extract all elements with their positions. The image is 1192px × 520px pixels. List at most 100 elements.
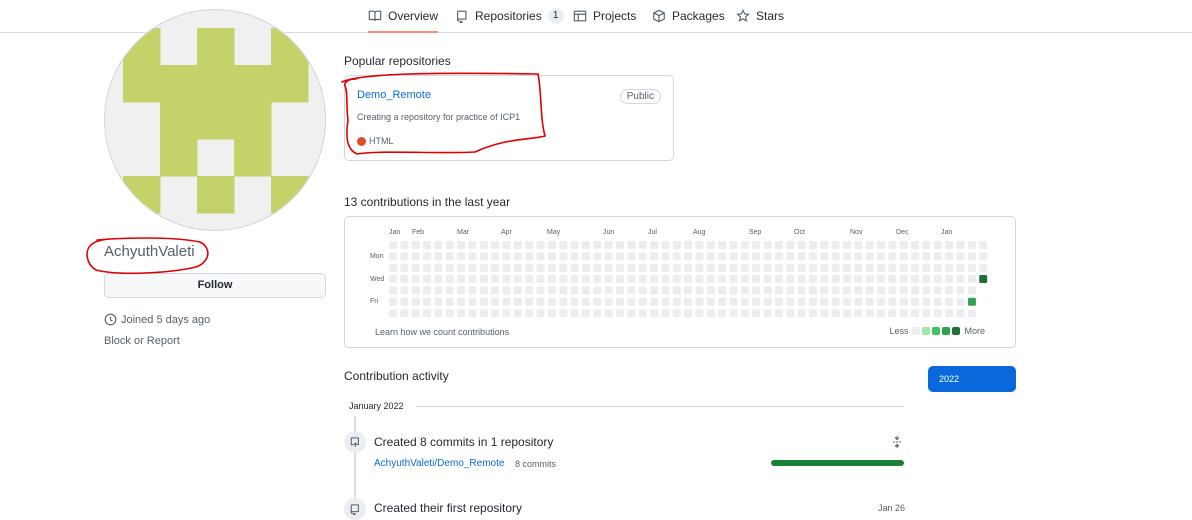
- contribution-day[interactable]: [638, 297, 647, 306]
- contribution-day[interactable]: [661, 252, 670, 261]
- contribution-day[interactable]: [650, 252, 659, 261]
- contribution-day[interactable]: [400, 297, 409, 306]
- contribution-day[interactable]: [423, 263, 431, 272]
- contribution-day[interactable]: [786, 286, 795, 295]
- contribution-day[interactable]: [604, 286, 613, 295]
- contribution-day[interactable]: [740, 263, 749, 272]
- contribution-day[interactable]: [752, 263, 761, 272]
- contribution-day[interactable]: [445, 263, 454, 272]
- contribution-day[interactable]: [638, 286, 647, 295]
- contribution-day[interactable]: [854, 297, 863, 306]
- contribution-day[interactable]: [570, 297, 579, 306]
- contribution-day[interactable]: [763, 275, 772, 283]
- contribution-day[interactable]: [718, 309, 727, 318]
- contribution-day[interactable]: [604, 252, 613, 261]
- contribution-day[interactable]: [945, 297, 954, 306]
- contribution-day[interactable]: [468, 252, 477, 261]
- contribution-day[interactable]: [525, 309, 534, 318]
- contribution-day[interactable]: [502, 286, 511, 295]
- contribution-day[interactable]: [752, 275, 761, 283]
- contribution-day[interactable]: [865, 286, 874, 295]
- contribution-day[interactable]: [559, 309, 568, 318]
- tab-packages[interactable]: Packages: [652, 0, 725, 32]
- contribution-day[interactable]: [479, 297, 488, 306]
- contribution-day[interactable]: [899, 263, 908, 272]
- contribution-day[interactable]: [877, 275, 885, 283]
- contribution-day[interactable]: [752, 241, 761, 249]
- contribution-day[interactable]: [718, 252, 727, 261]
- contribution-day[interactable]: [831, 252, 840, 261]
- contribution-day[interactable]: [536, 286, 545, 295]
- contribution-day[interactable]: [797, 309, 806, 318]
- contribution-day[interactable]: [888, 263, 897, 272]
- contribution-day[interactable]: [593, 309, 602, 318]
- contribution-day[interactable]: [593, 297, 602, 306]
- contribution-day[interactable]: [831, 286, 840, 295]
- contribution-day[interactable]: [547, 275, 556, 283]
- contribution-day[interactable]: [570, 241, 579, 249]
- learn-contributions-link[interactable]: Learn how we count contributions: [375, 327, 509, 337]
- contribution-day[interactable]: [513, 241, 522, 249]
- contribution-day[interactable]: [740, 309, 749, 318]
- contribution-day[interactable]: [774, 263, 783, 272]
- contribution-day[interactable]: [774, 309, 783, 318]
- contribution-day[interactable]: [979, 263, 988, 272]
- contribution-day[interactable]: [888, 309, 897, 318]
- contribution-day[interactable]: [911, 241, 920, 249]
- contribution-day[interactable]: [672, 252, 681, 261]
- contribution-day[interactable]: [650, 297, 659, 306]
- contribution-day[interactable]: [797, 252, 806, 261]
- contribution-day[interactable]: [389, 297, 397, 306]
- contribution-day[interactable]: [479, 241, 488, 249]
- contribution-day[interactable]: [922, 275, 931, 283]
- contribution-day[interactable]: [786, 275, 795, 283]
- contribution-day[interactable]: [684, 252, 693, 261]
- contribution-day[interactable]: [729, 297, 738, 306]
- contribution-day[interactable]: [491, 252, 500, 261]
- contribution-day[interactable]: [491, 263, 500, 272]
- contribution-day[interactable]: [502, 263, 511, 272]
- contribution-day[interactable]: [877, 252, 885, 261]
- contribution-day[interactable]: [933, 252, 942, 261]
- contribution-day[interactable]: [831, 275, 840, 283]
- contribution-day[interactable]: [434, 275, 443, 283]
- contribution-day[interactable]: [706, 286, 715, 295]
- contribution-day[interactable]: [502, 241, 511, 249]
- contribution-day[interactable]: [752, 297, 761, 306]
- contribution-day[interactable]: [706, 297, 715, 306]
- contribution-day[interactable]: [434, 252, 443, 261]
- contribution-day[interactable]: [400, 275, 409, 283]
- contribution-day[interactable]: [604, 309, 613, 318]
- contribution-day[interactable]: [559, 286, 568, 295]
- contribution-day[interactable]: [899, 297, 908, 306]
- contribution-day[interactable]: [445, 252, 454, 261]
- contribution-day[interactable]: [854, 286, 863, 295]
- contribution-day[interactable]: [559, 252, 568, 261]
- contribution-day[interactable]: [945, 241, 954, 249]
- contribution-day[interactable]: [525, 275, 534, 283]
- contribution-day[interactable]: [525, 241, 534, 249]
- contribution-day[interactable]: [400, 286, 409, 295]
- contribution-day[interactable]: [525, 263, 534, 272]
- contribution-day[interactable]: [967, 263, 976, 272]
- contribution-day[interactable]: [672, 263, 681, 272]
- contribution-day[interactable]: [706, 263, 715, 272]
- contribution-day[interactable]: [547, 309, 556, 318]
- contribution-day[interactable]: [525, 252, 534, 261]
- contribution-day[interactable]: [479, 263, 488, 272]
- contribution-day[interactable]: [808, 286, 817, 295]
- contribution-day[interactable]: [854, 263, 863, 272]
- contribution-day[interactable]: [922, 309, 931, 318]
- contribution-day[interactable]: [933, 309, 942, 318]
- contribution-day[interactable]: [854, 309, 863, 318]
- contribution-day[interactable]: [547, 241, 556, 249]
- contribution-day[interactable]: [956, 286, 965, 295]
- contribution-day[interactable]: [774, 241, 783, 249]
- contribution-day[interactable]: [843, 286, 851, 295]
- contribution-day[interactable]: [536, 241, 545, 249]
- contribution-day[interactable]: [457, 309, 466, 318]
- contribution-day[interactable]: [729, 241, 738, 249]
- contribution-day[interactable]: [581, 263, 590, 272]
- contribution-day[interactable]: [423, 309, 431, 318]
- contribution-day[interactable]: [933, 286, 942, 295]
